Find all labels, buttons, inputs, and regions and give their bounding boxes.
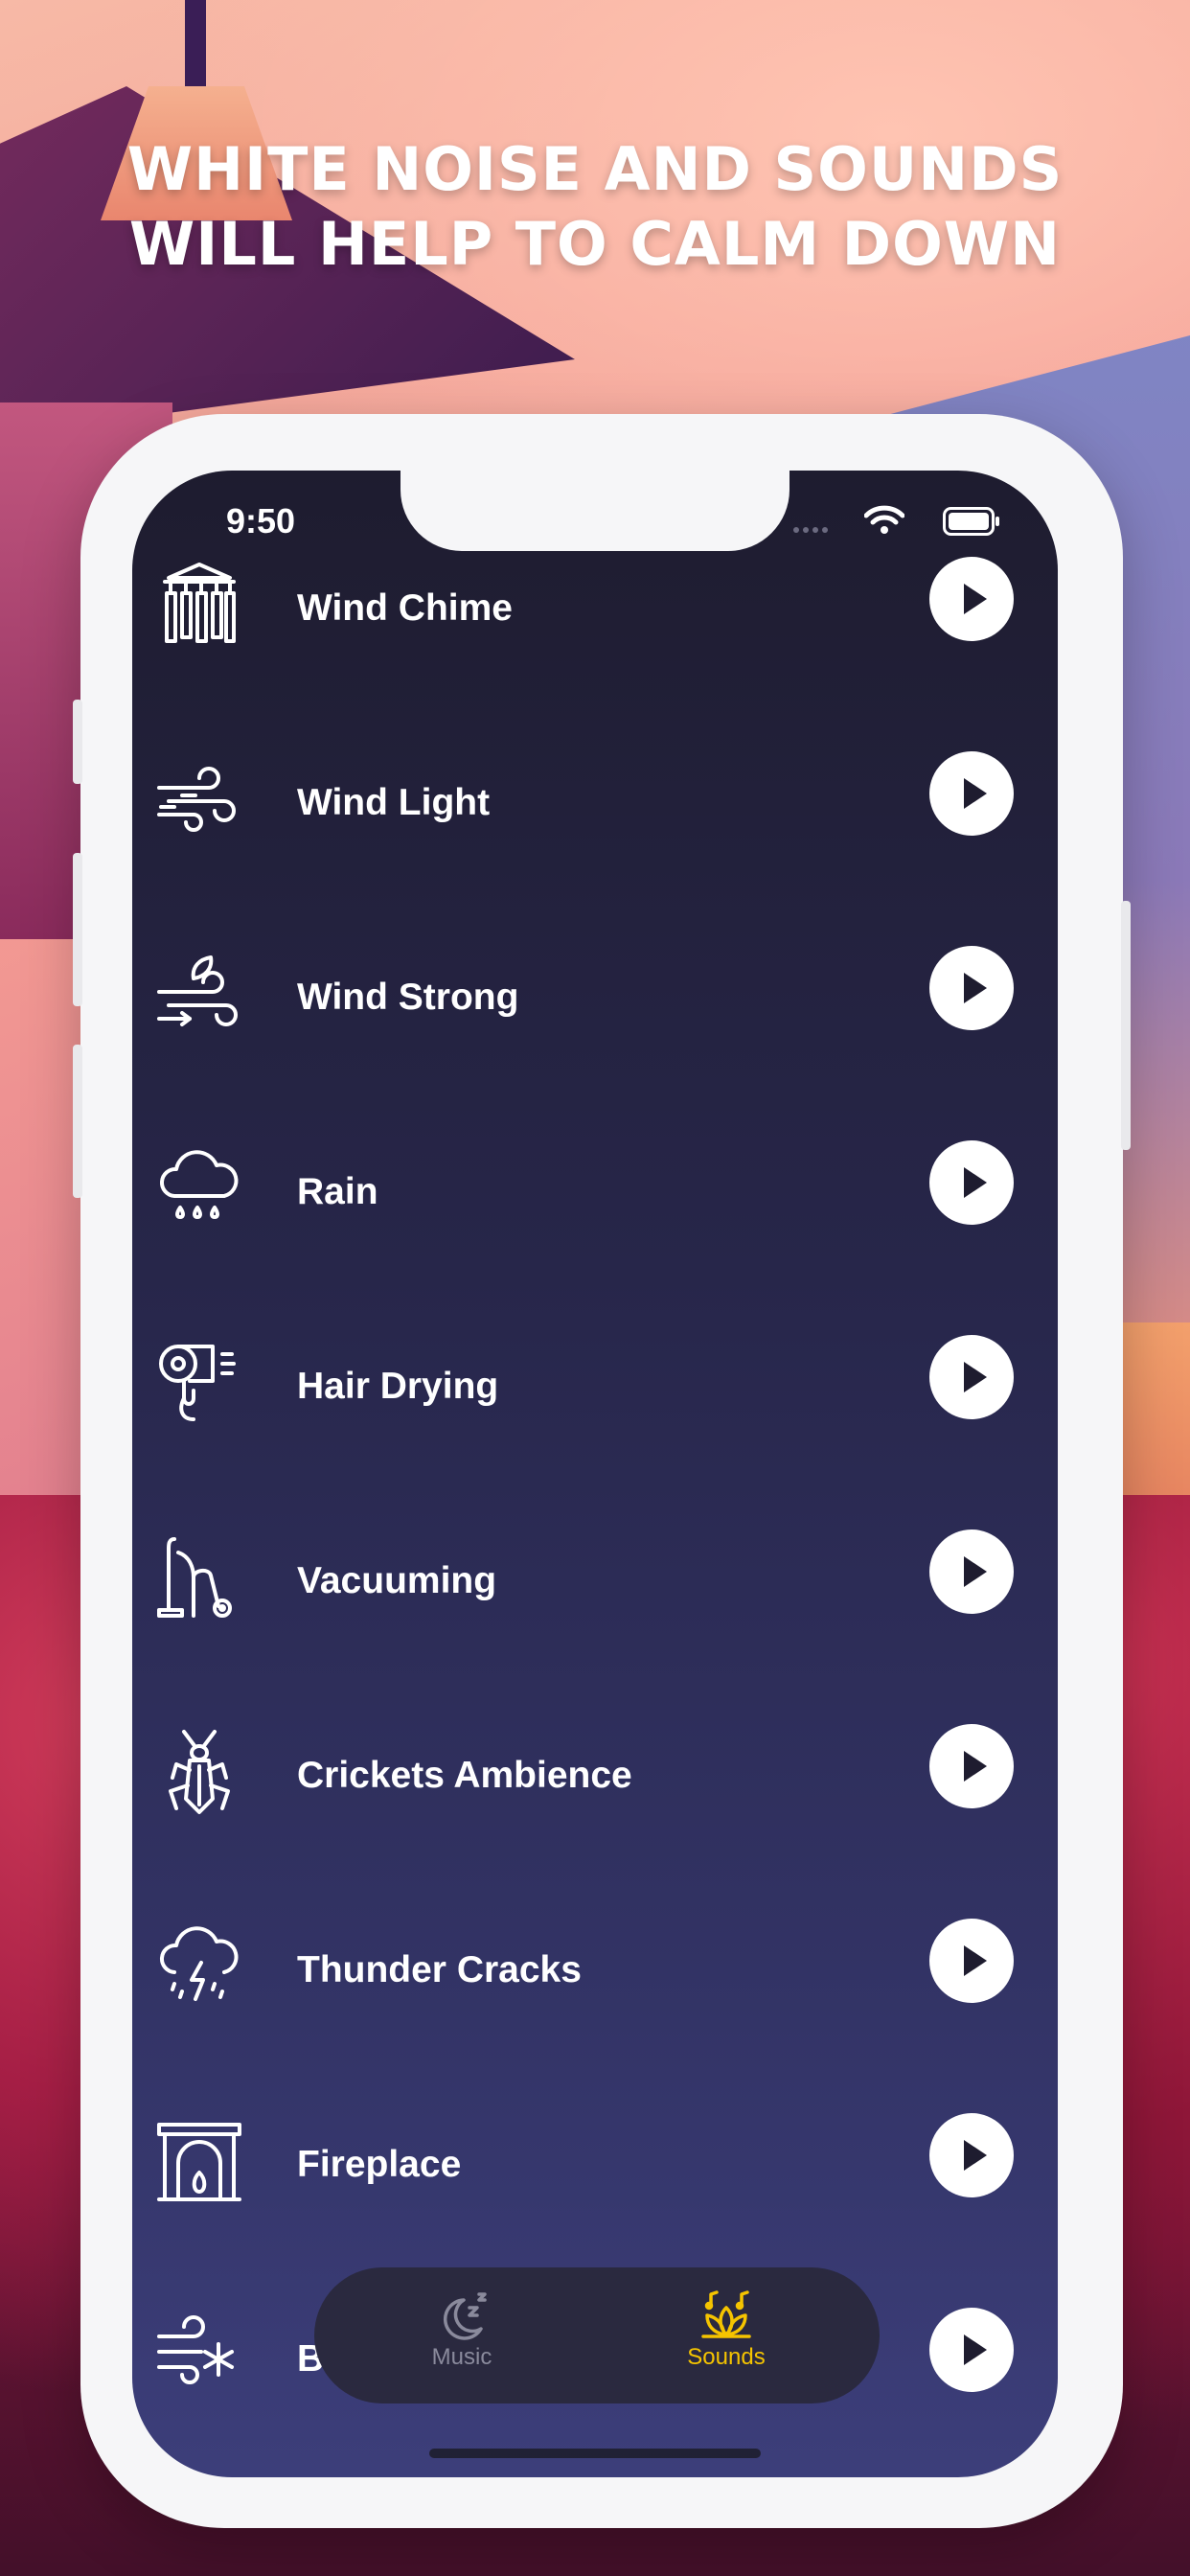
app-screen: 9:50 Wind Chime Wind Light Wind Strong R…: [132, 471, 1058, 2477]
play-button[interactable]: [929, 2113, 1014, 2197]
sound-row-crickets-ambience[interactable]: Crickets Ambience: [132, 1714, 1058, 1829]
headline-line-2: WILL HELP TO CALM DOWN: [128, 209, 1062, 279]
play-button[interactable]: [929, 751, 1014, 836]
play-button[interactable]: [929, 557, 1014, 641]
sound-row-rain[interactable]: Rain: [132, 1131, 1058, 1246]
headline-line-1: WHITE NOISE AND SOUNDS: [126, 134, 1064, 204]
battery-icon: [943, 507, 999, 536]
thunder-cloud-icon: [159, 1926, 239, 2001]
sound-row-hair-drying[interactable]: Hair Drying: [132, 1325, 1058, 1440]
sound-row-wind-light[interactable]: Wind Light: [132, 742, 1058, 857]
play-button[interactable]: [929, 946, 1014, 1030]
hair-dryer-icon: [159, 1345, 236, 1421]
rain-cloud-icon: [159, 1150, 239, 1219]
sound-label: Wind Strong: [297, 977, 519, 1018]
wind-chime-icon: [163, 563, 236, 643]
play-button[interactable]: [929, 1335, 1014, 1419]
lotus-music-icon: [701, 2290, 751, 2338]
phone-volume-down: [73, 1045, 82, 1198]
phone-power-button: [1121, 901, 1131, 1150]
play-button[interactable]: [929, 1140, 1014, 1225]
status-time: 9:50: [226, 501, 296, 540]
play-icon: [964, 1362, 987, 1392]
sound-label: Wind Light: [297, 782, 491, 823]
play-icon: [964, 2140, 987, 2171]
play-icon: [964, 584, 987, 614]
play-icon: [964, 2334, 987, 2365]
play-button[interactable]: [929, 1724, 1014, 1808]
sound-label: Crickets Ambience: [297, 1755, 632, 1796]
blizzard-icon: [157, 2315, 234, 2384]
phone-notch: [400, 471, 790, 551]
sound-label: Rain: [297, 1171, 378, 1212]
play-button[interactable]: [929, 1919, 1014, 2003]
sound-row-vacuuming[interactable]: Vacuuming: [132, 1520, 1058, 1635]
sound-label: Vacuuming: [297, 1560, 497, 1601]
wind-light-icon: [157, 767, 236, 832]
home-indicator: [429, 2449, 761, 2458]
play-icon: [964, 1556, 987, 1587]
tab-sounds[interactable]: Sounds: [640, 2290, 812, 2386]
play-icon: [964, 1751, 987, 1782]
sound-row-fireplace[interactable]: Fireplace: [132, 2104, 1058, 2219]
sound-label: Hair Drying: [297, 1366, 499, 1407]
sound-row-thunder-cracks[interactable]: Thunder Cracks: [132, 1909, 1058, 2024]
signal-dots-icon: [793, 520, 837, 533]
sound-row-wind-strong[interactable]: Wind Strong: [132, 936, 1058, 1051]
sound-label: Fireplace: [297, 2144, 462, 2185]
tab-sounds-label: Sounds: [687, 2344, 766, 2370]
play-icon: [964, 1167, 987, 1198]
fireplace-icon: [157, 2123, 241, 2201]
play-icon: [964, 1945, 987, 1976]
sound-label: Wind Chime: [297, 587, 513, 629]
tab-music[interactable]: Music: [376, 2290, 548, 2386]
wind-strong-icon: [157, 955, 238, 1026]
status-icons: [770, 505, 1000, 536]
play-icon: [964, 973, 987, 1003]
tab-bar: Music Sounds: [314, 2267, 880, 2404]
play-button[interactable]: [929, 1530, 1014, 1614]
cricket-icon: [169, 1730, 230, 1814]
sound-label: Thunder Cracks: [297, 1949, 582, 1990]
tab-music-label: Music: [431, 2344, 492, 2370]
sound-row-wind-chime[interactable]: Wind Chime: [132, 547, 1058, 662]
wifi-icon: [864, 505, 904, 534]
promo-headline: WHITE NOISE AND SOUNDS WILL HELP TO CALM…: [0, 132, 1190, 282]
phone-mute-switch: [73, 700, 82, 784]
phone-volume-up: [73, 853, 82, 1006]
vacuum-cleaner-icon: [157, 1537, 232, 1618]
moon-sleep-icon: [444, 2292, 487, 2340]
play-icon: [964, 778, 987, 809]
play-button[interactable]: [929, 2308, 1014, 2392]
